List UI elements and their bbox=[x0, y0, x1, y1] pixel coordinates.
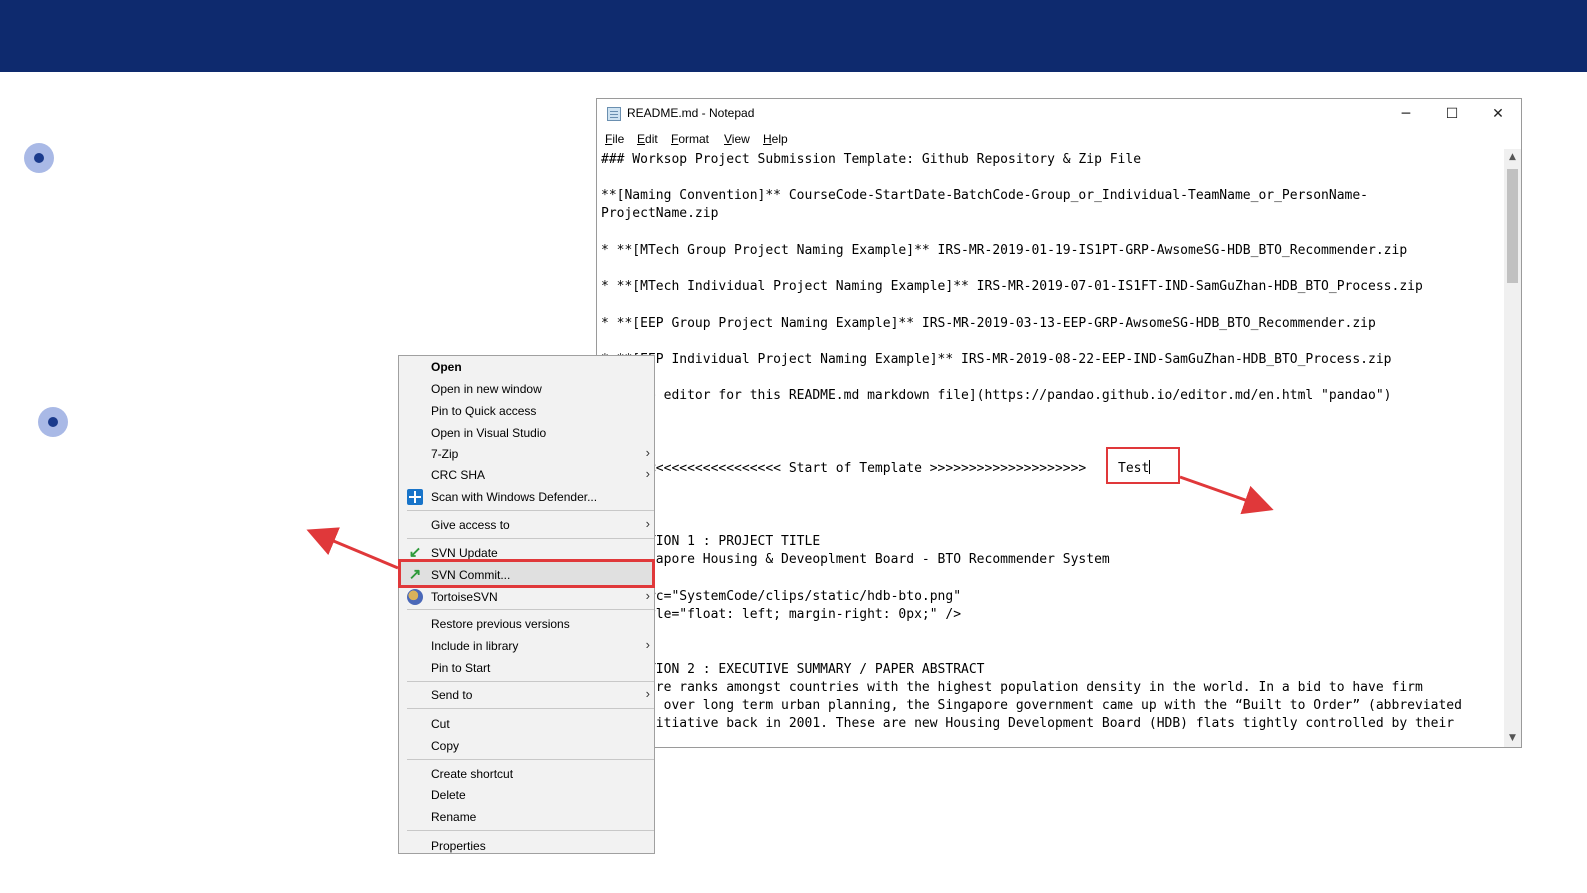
annotation-arrows bbox=[306, 475, 1274, 570]
arrow-from-typed-text bbox=[1179, 475, 1274, 515]
arrow-to-commit-note bbox=[306, 527, 399, 570]
